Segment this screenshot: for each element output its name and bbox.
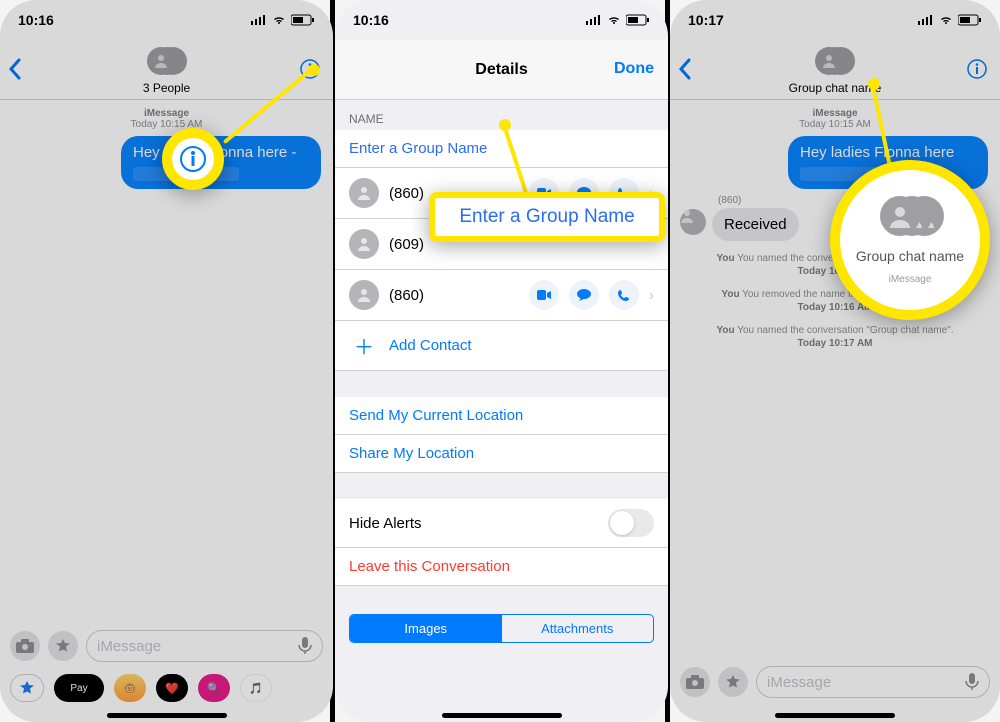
leave-conversation-button[interactable]: Leave this Conversation: [335, 548, 668, 586]
wifi-icon: [271, 14, 287, 26]
battery-icon: [291, 14, 315, 26]
callout-info-button-zoom: [162, 128, 224, 190]
battery-icon: [958, 14, 982, 26]
battery-icon: [626, 14, 650, 26]
app-store-button[interactable]: [48, 631, 78, 661]
done-button[interactable]: Done: [614, 60, 654, 78]
back-button[interactable]: [8, 58, 22, 85]
message-input[interactable]: iMessage: [756, 666, 990, 698]
info-button[interactable]: [966, 58, 988, 85]
status-time: 10:16: [18, 12, 54, 28]
app-store-button[interactable]: [718, 667, 748, 697]
contact-row[interactable]: (860) ›: [335, 270, 668, 321]
camera-button[interactable]: [10, 631, 40, 661]
segment-attachments[interactable]: Attachments: [502, 615, 654, 642]
cellular-icon: [918, 15, 934, 25]
share-location-button[interactable]: Share My Location: [335, 435, 668, 473]
screenshot-renamed: 10:17 Group chat name iMessageToday 10:1…: [670, 0, 1000, 722]
camera-button[interactable]: [680, 667, 710, 697]
home-indicator[interactable]: [107, 713, 227, 718]
thread-timestamp: iMessageToday 10:15 AM: [670, 100, 1000, 132]
callout-title-zoom: Group chat name iMessage: [830, 160, 990, 320]
hide-alerts-row: Hide Alerts: [335, 499, 668, 548]
chevron-right-icon: ›: [649, 287, 654, 304]
group-avatar[interactable]: [147, 45, 187, 79]
segment-images[interactable]: Images: [350, 615, 502, 642]
segmented-control: Images Attachments: [349, 614, 654, 643]
home-indicator[interactable]: [775, 713, 895, 718]
screenshot-details: 10:16 Details Done NAME Enter a Group Na…: [335, 0, 668, 722]
group-avatar[interactable]: [815, 45, 855, 79]
group-name-field[interactable]: Enter a Group Name: [335, 130, 668, 168]
wifi-icon: [606, 14, 622, 26]
home-indicator[interactable]: [442, 713, 562, 718]
send-location-button[interactable]: Send My Current Location: [335, 397, 668, 435]
status-bar: 10:16: [0, 0, 333, 40]
status-time: 10:17: [688, 12, 724, 28]
status-bar: 10:17: [670, 0, 1000, 40]
dictate-icon[interactable]: [298, 637, 312, 655]
compose-bar: iMessage: [0, 624, 333, 668]
wifi-icon: [938, 14, 954, 26]
status-time: 10:16: [353, 12, 389, 28]
cellular-icon: [586, 15, 602, 25]
page-title: Details: [475, 61, 527, 79]
add-contact-button[interactable]: ＋ Add Contact: [335, 321, 668, 371]
phone-icon[interactable]: [609, 280, 639, 310]
compose-bar: iMessage: [670, 660, 1000, 704]
status-bar: 10:16: [335, 0, 668, 40]
nav-bar: Details Done: [335, 40, 668, 100]
cellular-icon: [251, 15, 267, 25]
nav-bar: Group chat name: [670, 40, 1000, 100]
callout-group-name-zoom: Enter a Group Name: [429, 192, 665, 242]
thread-timestamp: iMessageToday 10:15 AM: [0, 100, 333, 132]
system-event: You You named the conversation "Group ch…: [670, 319, 1000, 355]
hide-alerts-toggle[interactable]: [608, 509, 654, 537]
screenshot-conversation: 10:16 3 People iMessageToday 10:15 AM He…: [0, 0, 333, 722]
facetime-icon[interactable]: [529, 280, 559, 310]
conversation-title: 3 People: [143, 81, 190, 95]
message-input[interactable]: iMessage: [86, 630, 323, 662]
back-button[interactable]: [678, 58, 692, 85]
message-icon[interactable]: [569, 280, 599, 310]
plus-icon: ＋: [349, 331, 379, 360]
app-drawer[interactable]: Pay 🐵 ❤️ 🔍 🎵: [0, 670, 333, 706]
dictate-icon[interactable]: [965, 673, 979, 691]
